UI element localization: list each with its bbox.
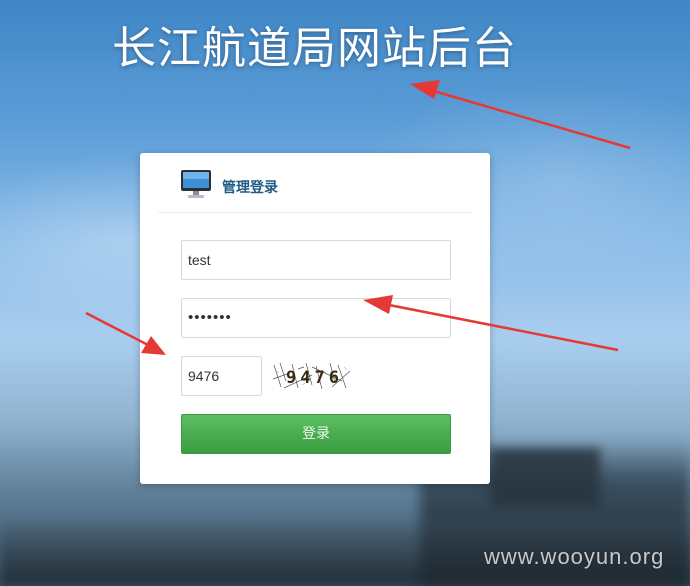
watermark: www.wooyun.org <box>484 544 665 569</box>
captcha-image[interactable]: 9476 <box>272 361 352 391</box>
username-field[interactable]: test <box>181 240 451 280</box>
site-title: 长江航道局网站后台 <box>112 23 517 74</box>
monitor-icon <box>181 170 211 198</box>
captcha-text: 9476 <box>286 368 343 388</box>
login-button[interactable]: 登录 <box>181 414 451 454</box>
login-title: 管理登录 <box>222 180 278 196</box>
captcha-input[interactable]: 9476 <box>181 356 262 396</box>
login-panel: 管理登录 test ••••••• 9476 9476 登录 <box>140 153 490 484</box>
password-field[interactable]: ••••••• <box>181 298 451 338</box>
background-building <box>490 448 600 508</box>
login-header: 管理登录 <box>158 167 472 213</box>
